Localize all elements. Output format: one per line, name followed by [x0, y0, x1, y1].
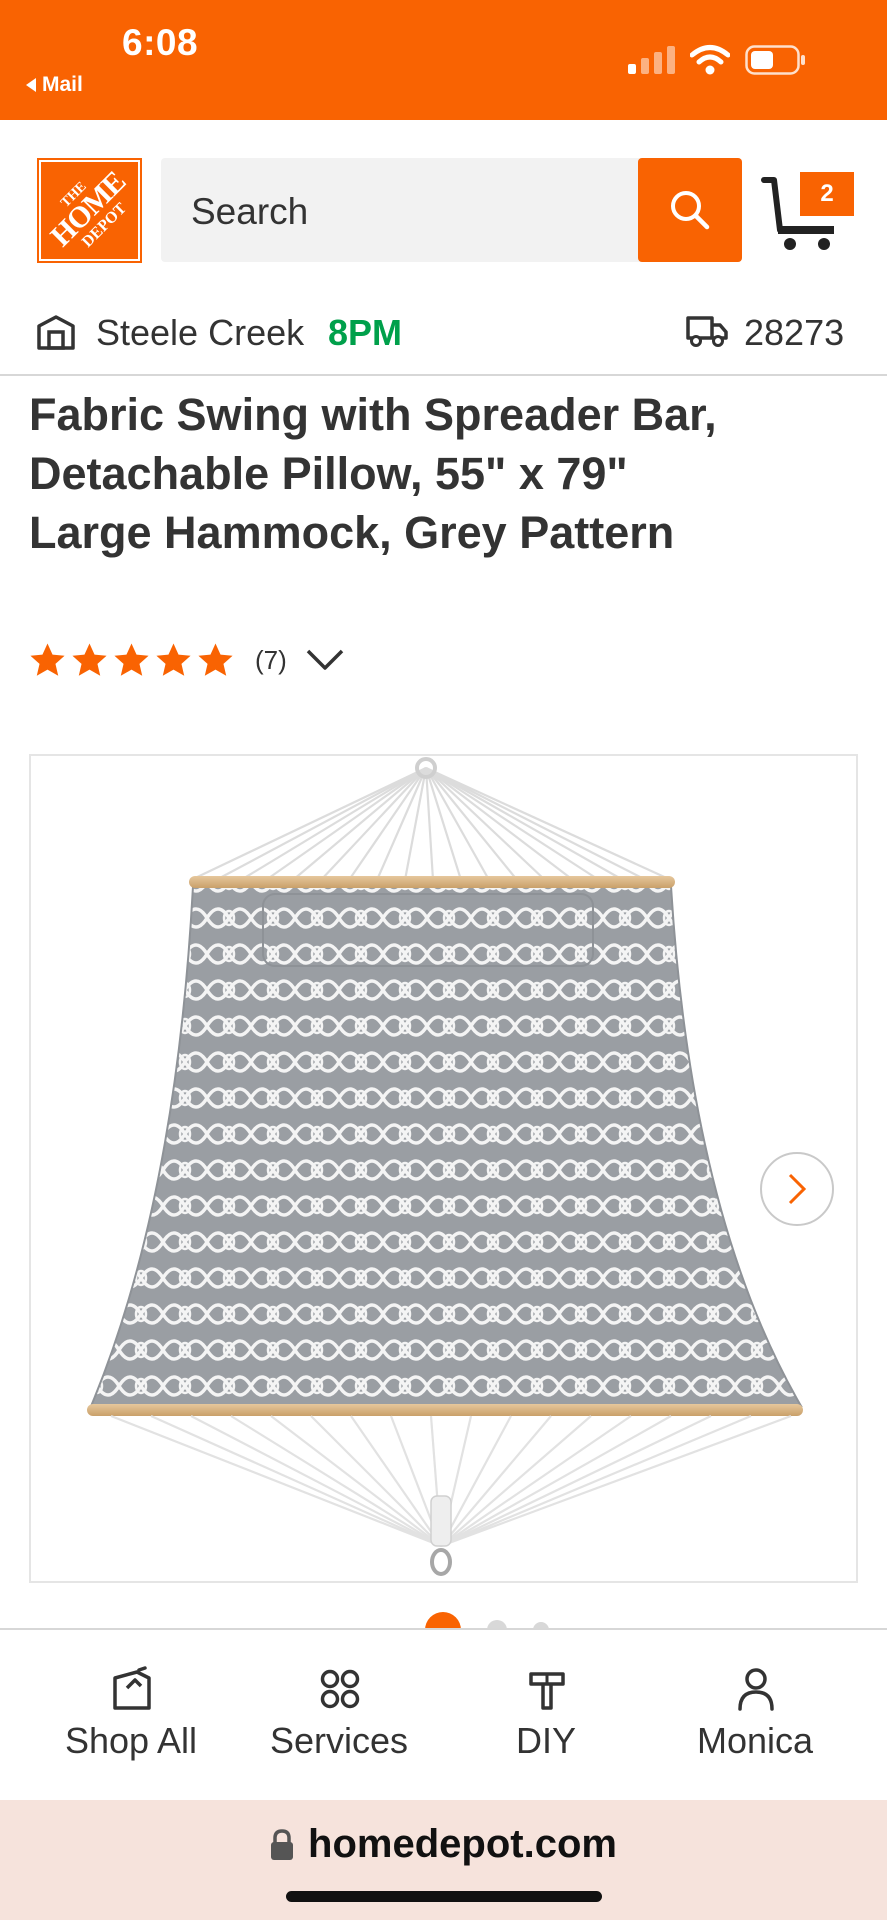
status-bar: 6:08 Mail: [0, 0, 887, 120]
star-icon: [156, 642, 191, 676]
back-app-label: Mail: [42, 73, 83, 96]
delivery-truck-icon: [686, 316, 728, 347]
url-domain: homedepot.com: [308, 1822, 617, 1866]
nav-shop-all[interactable]: Shop All: [21, 1630, 241, 1800]
home-depot-logo[interactable]: THE HOME DEPOT: [37, 158, 142, 263]
star-icon: [198, 642, 233, 676]
home-indicator[interactable]: [286, 1891, 602, 1902]
nav-label: Services: [269, 1720, 409, 1761]
next-image-button[interactable]: [760, 1152, 834, 1226]
signal-icon: [628, 46, 675, 74]
bottom-navigation: Shop All Services DIY Monica: [0, 1628, 887, 1798]
store-info-row[interactable]: Steele Creek 8PM 28273: [0, 296, 887, 366]
store-icon: [37, 315, 75, 350]
rating-stars: [28, 641, 235, 680]
delivery-zip-code: 28273: [744, 312, 845, 353]
account-icon: [738, 1668, 774, 1711]
lock-icon: [271, 1828, 294, 1860]
battery-icon: [745, 45, 805, 75]
back-to-app-link[interactable]: Mail: [26, 73, 83, 97]
services-icon: [320, 1669, 360, 1709]
search-placeholder: Search: [191, 191, 309, 232]
star-icon: [114, 642, 149, 676]
cart-count-badge: 2: [800, 172, 854, 216]
nav-label: Monica: [696, 1720, 814, 1761]
nav-label: Shop All: [64, 1720, 198, 1761]
search-button[interactable]: [638, 158, 742, 262]
nav-account[interactable]: Monica: [645, 1630, 865, 1800]
wifi-icon: [690, 45, 730, 75]
status-time: 6:08: [122, 22, 199, 63]
store-hours: 8PM: [328, 312, 403, 353]
back-arrow-icon: [26, 78, 36, 92]
nav-label: DIY: [515, 1720, 576, 1761]
star-icon: [72, 642, 107, 676]
product-image-gallery[interactable]: [29, 754, 858, 1583]
review-count: (7): [255, 644, 287, 675]
nav-services[interactable]: Services: [229, 1630, 449, 1800]
diy-icon: [529, 1672, 565, 1710]
chevron-right-icon: [788, 1173, 807, 1205]
store-name: Steele Creek: [96, 312, 305, 353]
hammock-image: [87, 757, 803, 1576]
product-title: Fabric Swing with Spreader Bar, Detachab…: [29, 389, 717, 558]
chevron-down-icon[interactable]: [305, 647, 345, 673]
search-icon: [671, 191, 710, 230]
nav-diy[interactable]: DIY: [436, 1630, 656, 1800]
product-rating[interactable]: (7): [28, 638, 345, 682]
star-icon: [30, 642, 65, 676]
site-header: THE HOME DEPOT Search 2 Steele Creek 8PM: [0, 120, 887, 376]
browser-url-bar[interactable]: homedepot.com: [0, 1800, 887, 1920]
shop-all-icon: [113, 1666, 151, 1710]
